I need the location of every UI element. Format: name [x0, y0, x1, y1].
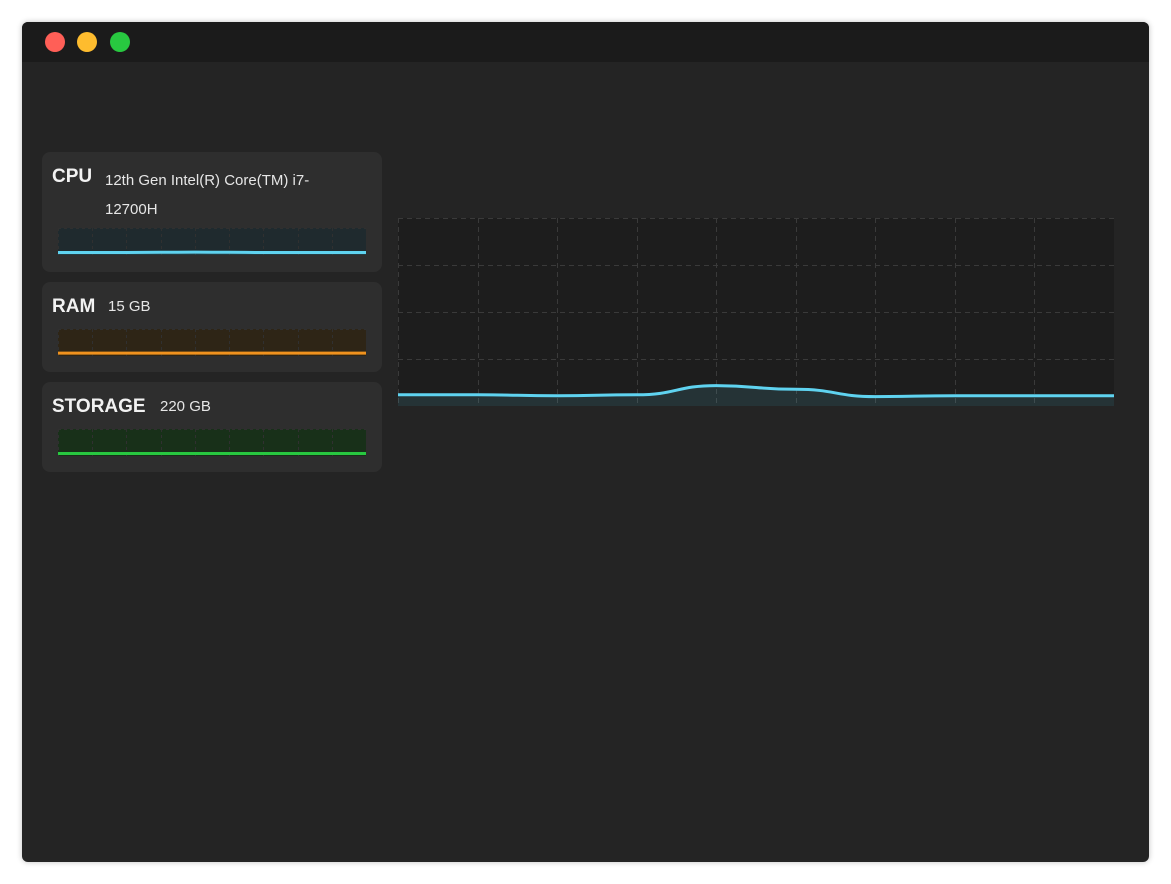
chart-svg [58, 429, 366, 456]
cpu-card[interactable]: CPU 12th Gen Intel(R) Core(TM) i7-12700H [42, 152, 382, 272]
title-bar[interactable] [22, 22, 1149, 62]
minimize-button[interactable] [77, 32, 97, 52]
chart-svg [58, 329, 366, 356]
system-monitor-window: CPU 12th Gen Intel(R) Core(TM) i7-12700H… [22, 22, 1149, 862]
chart-background [398, 218, 1114, 406]
ram-card[interactable]: RAM 15 GB [42, 282, 382, 372]
chart-svg [398, 218, 1114, 406]
chart-svg [58, 228, 366, 255]
chart-background [58, 429, 366, 456]
storage-amount: 220 GB [160, 398, 211, 415]
cpu-model: 12th Gen Intel(R) Core(TM) i7-12700H [105, 172, 310, 218]
storage-label: STORAGE [52, 396, 146, 417]
ram-sparkline [58, 329, 366, 356]
ram-amount: 15 GB [108, 298, 151, 315]
close-button[interactable] [45, 32, 65, 52]
zoom-button[interactable] [110, 32, 130, 52]
cpu-usage-chart [398, 218, 1114, 406]
ram-label: RAM [52, 296, 96, 317]
storage-sparkline [58, 429, 366, 456]
cpu-label: CPU [52, 166, 93, 187]
cpu-sparkline [58, 228, 366, 255]
storage-card[interactable]: STORAGE 220 GB [42, 382, 382, 472]
